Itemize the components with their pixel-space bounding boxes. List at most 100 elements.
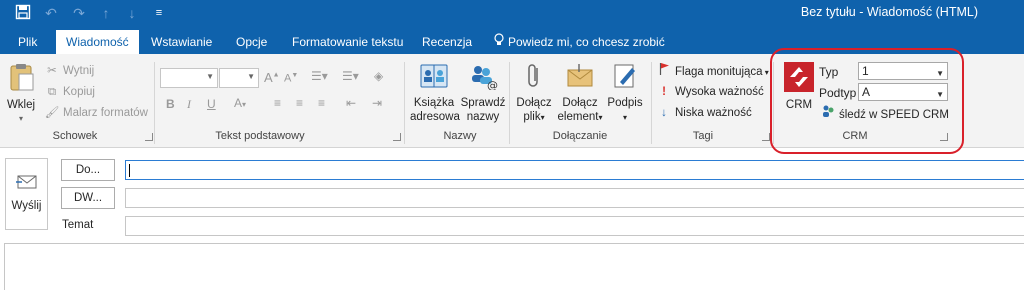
tab-message[interactable]: Wiadomość [56, 30, 139, 54]
arrow-down-icon: ↓ [661, 107, 667, 119]
signature-button[interactable]: Podpis ▾ [605, 62, 645, 125]
message-body[interactable] [4, 243, 1024, 290]
italic-button[interactable]: I [187, 97, 191, 112]
tell-me-search[interactable]: Powiedz mi, co chcesz zrobić [484, 30, 675, 54]
clipboard-launcher-icon[interactable] [145, 133, 153, 141]
attach-item-label-2: element [557, 111, 599, 123]
cut-label: Wytnij [63, 65, 95, 77]
lightbulb-icon [494, 30, 504, 54]
check-names-icon: @ [460, 62, 506, 94]
copy-icon: ⧉ [47, 86, 57, 98]
attach-item-label-1: Dołącz [562, 97, 598, 109]
align-left-icon[interactable]: ≡ [274, 96, 281, 110]
tab-review[interactable]: Recenzja [412, 30, 482, 54]
address-book-button[interactable]: Książka adresowa [410, 62, 460, 124]
bold-button[interactable]: B [166, 97, 175, 111]
group-divider [404, 62, 405, 144]
send-button[interactable]: Wyślij [5, 158, 48, 230]
decrease-indent-icon[interactable]: ⇤ [346, 96, 356, 110]
basic-text-group-label: Tekst podstawowy [215, 130, 305, 142]
subject-label: Temat [62, 219, 94, 231]
envelope-attach-icon [556, 62, 604, 94]
send-icon [6, 173, 47, 194]
attach-file-button[interactable]: Dołącz plik▾ [512, 62, 556, 125]
copy-button[interactable]: ⧉ Kopiuj [44, 83, 95, 101]
high-importance-label: Wysoka ważność [675, 86, 764, 98]
format-painter-button[interactable]: 🖌 Malarz formatów [44, 104, 148, 122]
check-names-label-2: nazwy [466, 111, 500, 123]
signature-icon [605, 62, 645, 94]
tab-options[interactable]: Opcje [226, 30, 277, 54]
redo-icon[interactable]: ↷ [70, 4, 88, 22]
clear-formatting-icon[interactable]: ◈ [374, 69, 383, 83]
tab-format-text[interactable]: Formatowanie tekstu [282, 30, 413, 54]
align-right-icon[interactable]: ≡ [318, 96, 325, 110]
paste-button[interactable]: Wklej ▾ [4, 62, 38, 126]
font-size-combo[interactable]: ▼ [219, 68, 259, 88]
font-name-combo[interactable]: ▼ [160, 68, 218, 88]
check-names-button[interactable]: @ Sprawdź nazwy [460, 62, 506, 124]
cc-button[interactable]: DW... [61, 187, 115, 209]
to-field[interactable] [125, 160, 1024, 180]
text-caret [129, 164, 130, 177]
group-divider [509, 62, 510, 144]
address-book-label-2: adresowa [410, 111, 460, 123]
font-color-button[interactable]: A▾ [234, 96, 246, 110]
chevron-down-icon: ▾ [18, 114, 23, 123]
send-label: Wyślij [11, 200, 42, 212]
follow-up-label: Flaga monitująca [675, 66, 763, 78]
low-importance-button[interactable]: ↓ Niska ważność [656, 104, 752, 122]
window-title: Bez tytułu - Wiadomość (HTML) [800, 5, 978, 19]
title-bar: ↶ ↷ ↑ ↓ ≡ Bez tytułu - Wiadomość (HTML) [0, 0, 1024, 26]
increase-indent-icon[interactable]: ⇥ [372, 96, 382, 110]
tab-insert[interactable]: Wstawianie [141, 30, 222, 54]
scissors-icon: ✂ [47, 65, 57, 77]
chevron-down-icon: ▼ [247, 72, 255, 81]
undo-icon[interactable]: ↶ [42, 4, 60, 22]
attach-item-button[interactable]: Dołącz element▾ [556, 62, 604, 125]
shrink-font-button[interactable]: A▼ [284, 72, 298, 85]
clipboard-group-label: Schowek [52, 130, 98, 142]
tags-launcher-icon[interactable] [762, 133, 770, 141]
check-names-label-1: Sprawdź [460, 97, 506, 109]
cc-field[interactable] [125, 188, 1024, 208]
format-painter-label: Malarz formatów [63, 107, 148, 119]
group-divider [154, 62, 155, 144]
arrow-up-icon[interactable]: ↑ [97, 4, 115, 22]
svg-text:@: @ [487, 79, 498, 90]
numbering-icon[interactable]: ☰▾ [342, 69, 359, 83]
attach-file-label-1: Dołącz [516, 97, 552, 109]
font-color-label: A [234, 96, 243, 110]
names-group-label: Nazwy [443, 130, 477, 142]
paste-label: Wklej [6, 99, 36, 111]
cut-button[interactable]: ✂ Wytnij [44, 62, 94, 80]
subject-field[interactable] [125, 216, 1024, 236]
customize-icon[interactable]: ≡ [150, 4, 168, 22]
flag-icon [656, 62, 672, 81]
follow-up-button[interactable]: Flaga monitująca ▾ [656, 62, 769, 80]
bullets-icon[interactable]: ☰▾ [311, 69, 328, 83]
tell-me-label: Powiedz mi, co chcesz zrobić [508, 35, 665, 49]
tags-group-label: Tagi [692, 130, 714, 142]
chevron-down-icon: ▾ [622, 113, 627, 122]
address-book-icon [410, 62, 458, 94]
chevron-down-icon: ▼ [206, 72, 214, 81]
crm-highlight-outline [770, 48, 964, 154]
underline-button[interactable]: U [207, 97, 216, 111]
clipboard-icon [4, 62, 38, 96]
tab-file[interactable]: Plik [8, 30, 47, 54]
to-button[interactable]: Do... [61, 159, 115, 181]
signature-label: Podpis [607, 97, 643, 109]
low-importance-label: Niska ważność [675, 107, 752, 119]
grow-font-label: A [264, 70, 273, 85]
save-icon[interactable] [14, 4, 32, 22]
align-center-icon[interactable]: ≡ [296, 96, 303, 110]
arrow-down-icon[interactable]: ↓ [123, 4, 141, 22]
high-importance-button[interactable]: ! Wysoka ważność [656, 83, 764, 101]
basic-text-launcher-icon[interactable] [393, 133, 401, 141]
exclamation-icon: ! [662, 86, 666, 98]
paperclip-icon [512, 62, 556, 94]
attach-file-label-2: plik [523, 111, 541, 123]
grow-font-button[interactable]: A▲ [264, 70, 280, 85]
include-group-label: Dołączanie [552, 130, 608, 142]
